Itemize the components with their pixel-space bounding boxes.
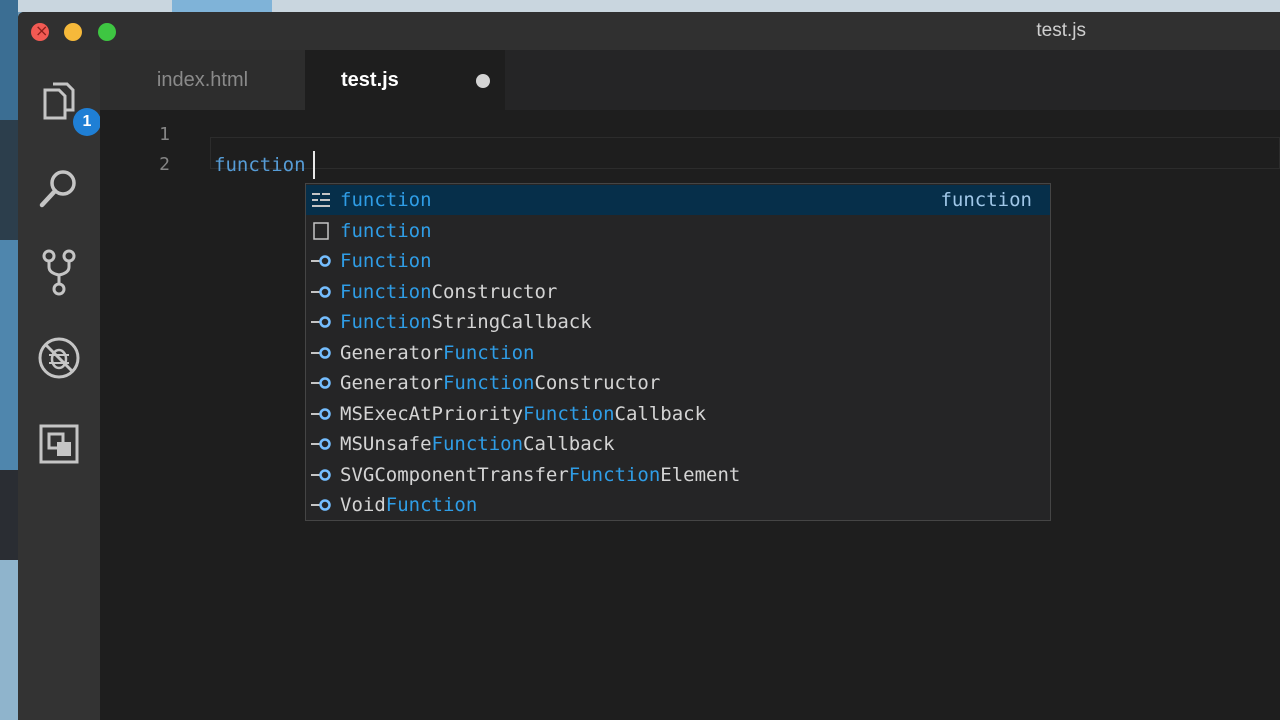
suggestion-match-highlight: function (340, 219, 432, 242)
tab-label: test.js (341, 68, 399, 91)
explorer-badge: 1 (73, 108, 101, 136)
desktop-background-top (0, 0, 1280, 12)
variable-icon (311, 407, 331, 420)
suggestion-match-highlight: Function (523, 402, 615, 425)
variable-icon (311, 285, 331, 298)
unsaved-changes-dot[interactable] (476, 74, 490, 88)
suggestion-match-highlight: Function (340, 250, 432, 272)
tab-test-js[interactable]: test.js (305, 50, 505, 110)
maximize-window-button[interactable] (98, 23, 116, 41)
suggestion-label: Function (340, 250, 432, 272)
code-editor[interactable]: 1 2 function function function function Fun… (100, 110, 1280, 720)
variable-icon (311, 438, 331, 450)
extensions-button[interactable] (33, 418, 85, 470)
suggestion-label: MSExecAtPriorityFunctionCallback (340, 403, 706, 425)
source-control-icon (42, 249, 76, 296)
suggestion-label: GeneratorFunction (340, 342, 534, 364)
suggestion-label-suffix: Callback (614, 402, 707, 425)
variable-icon (311, 468, 331, 481)
current-line-highlight (210, 137, 1280, 169)
suggestion-label-prefix: MSExecAtPriority (340, 402, 524, 425)
suggestion-item[interactable]: FunctionConstructor (306, 277, 1050, 307)
minimize-window-button[interactable] (64, 23, 82, 41)
extensions-icon (39, 424, 79, 464)
suggestion-item[interactable]: GeneratorFunctionConstructor (306, 368, 1050, 398)
window-title: test.js (1036, 20, 1086, 41)
suggestion-item[interactable]: Function (306, 246, 1050, 276)
suggestion-item[interactable]: function function (306, 185, 1050, 215)
source-control-button[interactable] (33, 246, 85, 298)
desktop-background-left (0, 0, 18, 720)
suggestion-label: FunctionConstructor (340, 281, 557, 303)
snippet-icon (312, 193, 330, 207)
suggestion-match-highlight: Function (442, 341, 535, 364)
keyword-icon (313, 221, 329, 240)
search-icon (39, 170, 76, 208)
suggestion-item[interactable]: MSUnsafeFunctionCallback (306, 429, 1050, 459)
suggestion-item[interactable]: VoidFunction (306, 490, 1050, 520)
suggestion-match-highlight: Function (568, 463, 661, 486)
close-window-button[interactable] (31, 21, 49, 41)
suggestion-detail: function (940, 189, 1032, 211)
suggestion-match-highlight: Function (340, 280, 432, 303)
suggestion-match-highlight: function (340, 189, 432, 211)
debug-icon (38, 337, 80, 379)
activity-bar: 1 (18, 50, 101, 720)
suggestion-label: FunctionStringCallback (340, 311, 592, 333)
suggestion-item[interactable]: function (306, 216, 1050, 246)
tab-index-html[interactable]: index.html (100, 50, 305, 110)
tab-bar: index.html test.js (100, 50, 1280, 110)
variable-icon (311, 499, 331, 511)
variable-icon (311, 346, 331, 359)
suggestion-label-prefix: MSUnsafe (340, 433, 432, 455)
suggestion-label-prefix: Generator (340, 372, 443, 394)
tab-label: index.html (156, 68, 249, 91)
suggestion-item[interactable]: GeneratorFunction (306, 338, 1050, 368)
suggestion-label-suffix: Callback (523, 433, 615, 455)
suggestion-label: function (340, 189, 432, 211)
suggestion-label-suffix: Constructor (431, 280, 558, 303)
title-bar: test.js (18, 12, 1280, 50)
suggestion-match-highlight: Function (442, 372, 535, 394)
suggestion-label-suffix: Element (660, 463, 741, 486)
suggestion-label-suffix: Constructor (534, 372, 661, 394)
suggestion-label-prefix: Generator (340, 341, 443, 364)
background-browser-tab (172, 0, 272, 12)
variable-icon (311, 377, 331, 389)
suggestion-match-highlight: Function (431, 433, 524, 455)
suggestion-label: VoidFunction (340, 494, 477, 516)
text-cursor (313, 151, 315, 179)
suggestion-label-prefix: SVGComponentTransfer (340, 463, 569, 486)
suggestion-item[interactable]: MSExecAtPriorityFunctionCallback (306, 399, 1050, 429)
suggestion-label: GeneratorFunctionConstructor (340, 372, 660, 394)
explorer-button[interactable]: 1 (33, 76, 101, 136)
suggestion-label: MSUnsafeFunctionCallback (340, 433, 615, 455)
search-button[interactable] (33, 162, 85, 214)
suggestion-label-prefix: Void (340, 494, 386, 516)
suggestion-item[interactable]: FunctionStringCallback (306, 307, 1050, 337)
line-number: 1 (159, 124, 170, 145)
debug-button[interactable] (33, 332, 85, 384)
suggestion-label: function (340, 220, 432, 242)
editor-window: test.js 1 (18, 12, 1280, 720)
suggestion-widget: function function function Function Function… (305, 183, 1051, 521)
suggestion-label-suffix: StringCallback (431, 311, 592, 333)
suggestion-label: SVGComponentTransferFunctionElement (340, 464, 740, 486)
code-line[interactable]: function (214, 154, 306, 176)
line-number: 2 (159, 154, 170, 175)
variable-icon (311, 255, 331, 267)
suggestion-match-highlight: Function (340, 311, 432, 333)
variable-icon (311, 316, 331, 328)
suggestion-item[interactable]: SVGComponentTransferFunctionElement (306, 460, 1050, 490)
suggestion-match-highlight: Function (385, 494, 478, 516)
